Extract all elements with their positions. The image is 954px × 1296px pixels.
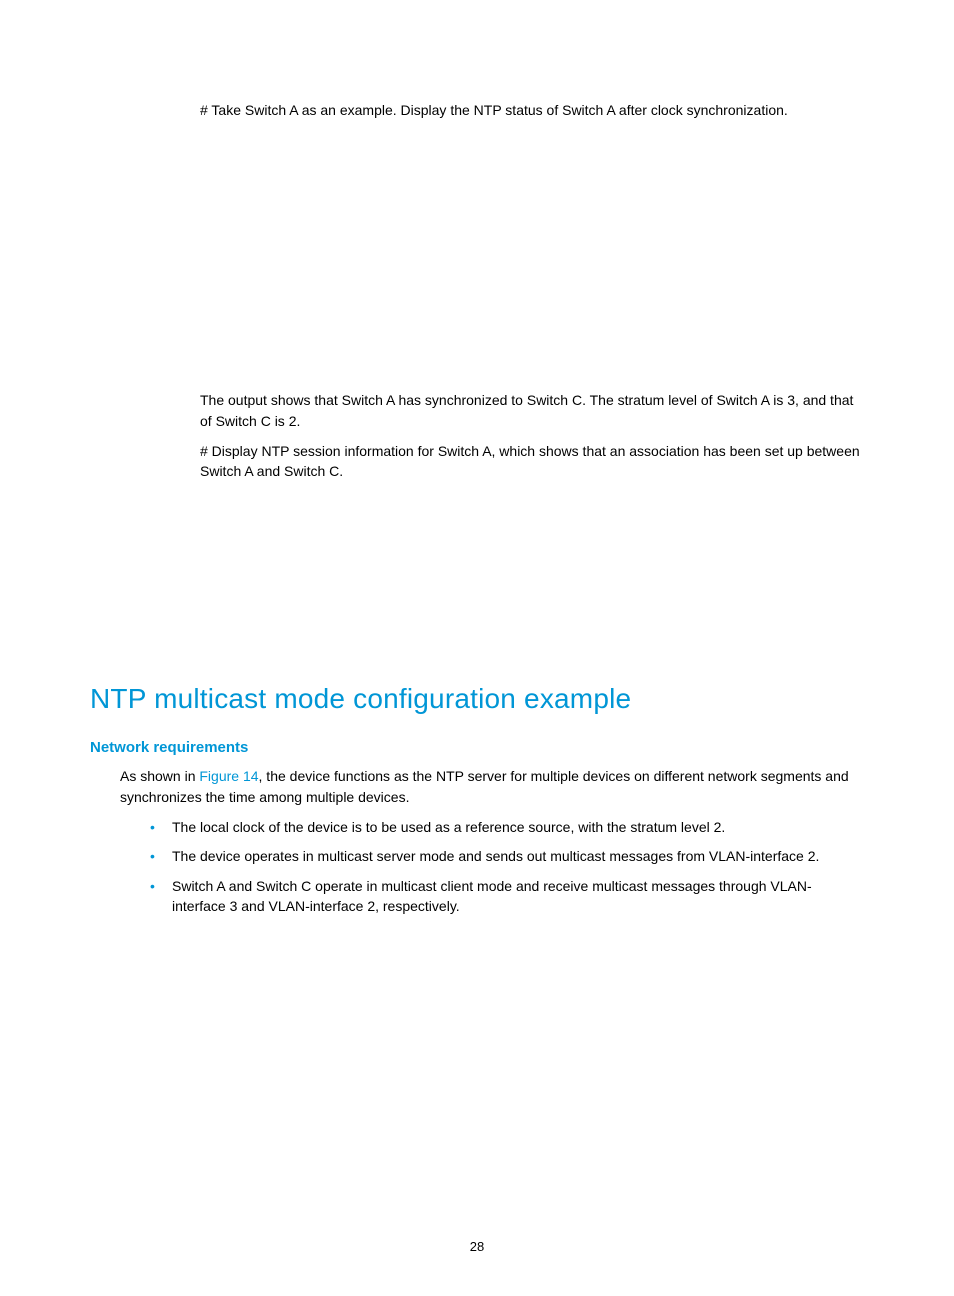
spacer — [90, 491, 864, 663]
paragraph-text: As shown in Figure 14, the device functi… — [120, 766, 864, 807]
page-number: 28 — [470, 1239, 484, 1254]
paragraph-text: # Take Switch A as an example. Display t… — [200, 100, 864, 120]
figure-link[interactable]: Figure 14 — [199, 768, 258, 784]
paragraph-text: # Display NTP session information for Sw… — [200, 441, 864, 482]
paragraph-text: The output shows that Switch A has synch… — [200, 390, 864, 431]
page-content: As shown in Figure 14, the device functi… — [90, 766, 864, 916]
list-item: Switch A and Switch C operate in multica… — [150, 876, 864, 917]
text-run: As shown in — [120, 768, 199, 784]
page-content: The output shows that Switch A has synch… — [90, 390, 864, 481]
bullet-list: The local clock of the device is to be u… — [120, 817, 864, 916]
section-subhead: Network requirements — [90, 739, 864, 756]
spacer — [90, 130, 864, 390]
list-item: The local clock of the device is to be u… — [150, 817, 864, 837]
section-title: NTP multicast mode configuration example — [90, 683, 864, 715]
page-content: # Take Switch A as an example. Display t… — [90, 100, 864, 120]
list-item: The device operates in multicast server … — [150, 846, 864, 866]
